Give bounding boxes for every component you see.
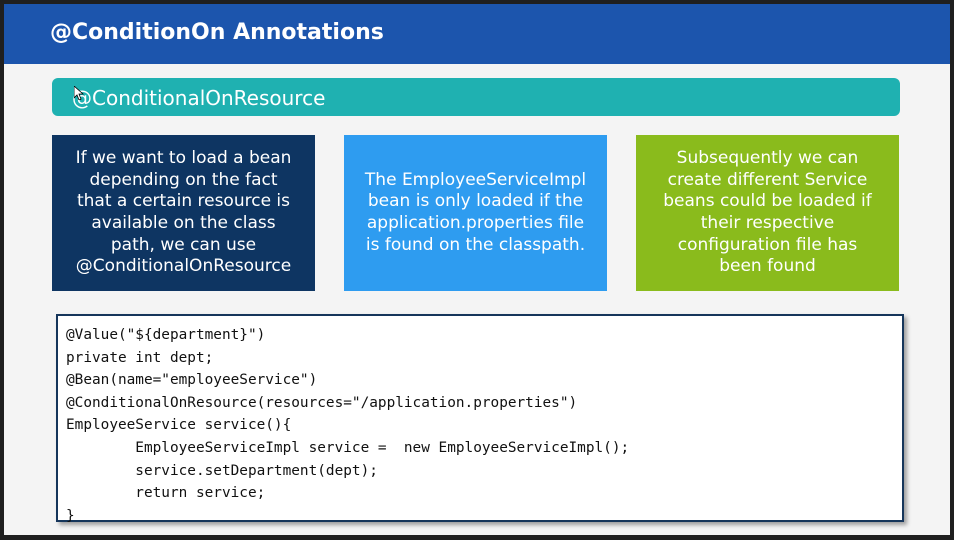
slide-subtitle: @ConditionalOnResource [72,86,326,110]
code-block: @Value("${department}") private int dept… [56,314,904,524]
window-edge [950,0,954,540]
title-bar: @ConditionOn Annotations [4,4,950,64]
mouse-pointer-icon [74,86,84,100]
info-box-text: Subsequently we can create different Ser… [663,148,872,277]
info-box-text: If we want to load a bean depending on t… [75,148,292,277]
presentation-slide: @ConditionOn Annotations @ConditionalOnR… [4,4,950,535]
info-box-resource-condition: If we want to load a bean depending on t… [52,135,315,291]
info-box-service-beans: Subsequently we can create different Ser… [636,135,899,291]
info-box-text: The EmployeeServiceImpl bean is only loa… [364,169,587,255]
subtitle-bar: @ConditionalOnResource [52,78,900,116]
code-text: @Value("${department}") private int dept… [66,327,630,524]
info-box-employee-service: The EmployeeServiceImpl bean is only loa… [344,135,607,291]
slide-title: @ConditionOn Annotations [50,20,384,45]
video-frame: @ConditionOn Annotations @ConditionalOnR… [0,0,954,540]
